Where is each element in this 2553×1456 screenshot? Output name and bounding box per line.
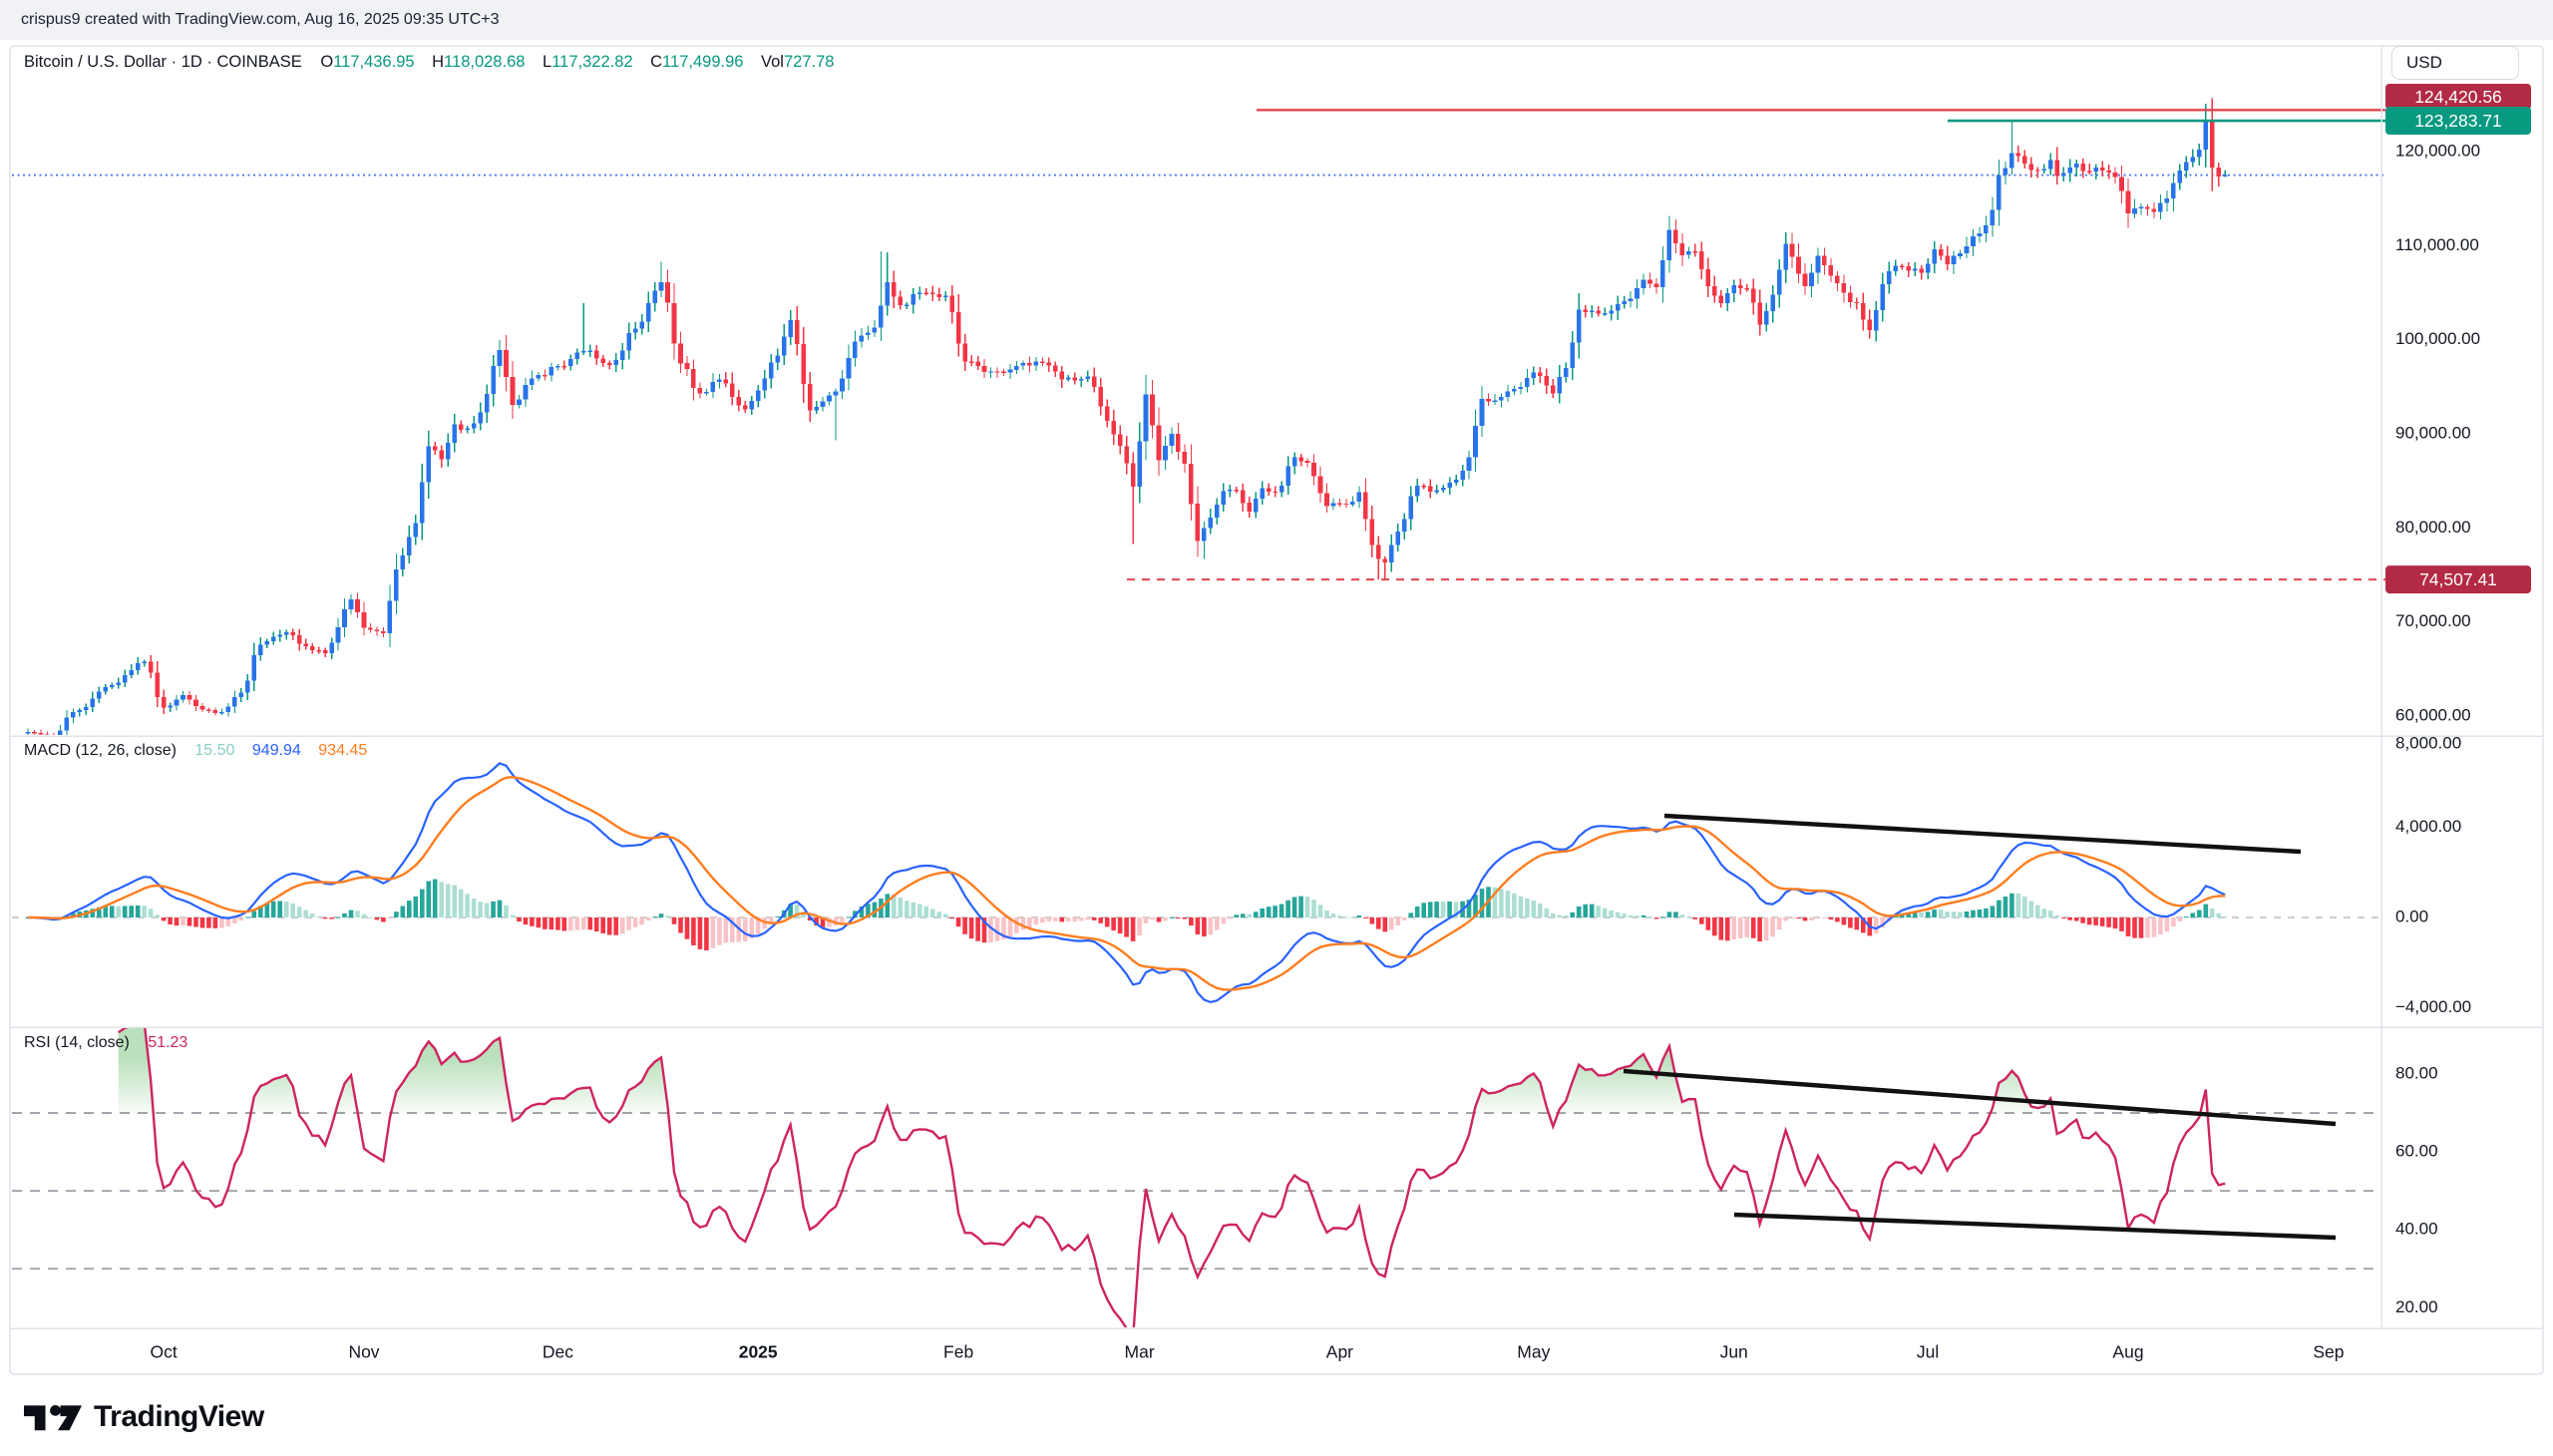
currency-unit-button[interactable]: USD xyxy=(2391,46,2519,80)
svg-text:Mar: Mar xyxy=(1125,1342,1155,1362)
low-value: 117,322.82 xyxy=(551,53,632,71)
volume-value: 727.78 xyxy=(784,53,834,71)
svg-text:40.00: 40.00 xyxy=(2395,1220,2438,1239)
macd-legend: MACD (12, 26, close) 15.50 949.94 934.45 xyxy=(24,742,380,760)
svg-text:120,000.00: 120,000.00 xyxy=(2395,141,2480,160)
badge-resistance-high: 124,420.56 xyxy=(2385,84,2531,110)
svg-text:2025: 2025 xyxy=(739,1342,778,1362)
svg-text:Jun: Jun xyxy=(1720,1342,1748,1362)
svg-text:70,000.00: 70,000.00 xyxy=(2395,611,2471,630)
symbol-title: Bitcoin / U.S. Dollar · 1D · COINBASE xyxy=(24,53,302,71)
svg-text:110,000.00: 110,000.00 xyxy=(2395,235,2479,254)
svg-text:8,000.00: 8,000.00 xyxy=(2395,733,2461,752)
svg-text:4,000.00: 4,000.00 xyxy=(2395,817,2461,836)
chart-canvas[interactable]: 120,000.00 110,000.00 100,000.00 90,000.00 8… xyxy=(0,0,2553,1456)
svg-text:Apr: Apr xyxy=(1326,1342,1353,1362)
svg-text:90,000.00: 90,000.00 xyxy=(2395,423,2471,442)
rsi-title: RSI (14, close) xyxy=(24,1034,130,1051)
macd-line-value: 949.94 xyxy=(252,742,301,759)
high-value: 118,028.68 xyxy=(444,53,525,71)
tradingview-brand-text: TradingView xyxy=(94,1400,264,1434)
badge-resistance-july: 123,283.71 xyxy=(2385,107,2531,135)
badge-support-low: 74,507.41 xyxy=(2385,565,2531,593)
svg-text:20.00: 20.00 xyxy=(2395,1297,2438,1316)
high-label: H xyxy=(432,53,444,71)
svg-text:60.00: 60.00 xyxy=(2395,1142,2438,1161)
rsi-legend: RSI (14, close) 51.23 xyxy=(24,1034,200,1052)
macd-signal-value: 934.45 xyxy=(318,742,367,759)
close-label: C xyxy=(650,53,662,71)
svg-text:Feb: Feb xyxy=(943,1342,973,1362)
svg-text:74,507.41: 74,507.41 xyxy=(2419,569,2497,589)
open-value: 117,436.95 xyxy=(333,53,414,71)
svg-text:Sep: Sep xyxy=(2313,1342,2344,1362)
svg-text:100,000.00: 100,000.00 xyxy=(2395,329,2480,348)
low-label: L xyxy=(543,53,551,71)
svg-text:80.00: 80.00 xyxy=(2395,1063,2438,1082)
rsi-value: 51.23 xyxy=(148,1034,187,1051)
volume-label: Vol xyxy=(761,53,784,71)
open-label: O xyxy=(320,53,333,71)
macd-hist-value: 15.50 xyxy=(194,742,234,759)
close-value: 117,499.96 xyxy=(662,53,743,71)
svg-text:0.00: 0.00 xyxy=(2395,907,2428,925)
svg-text:−4,000.00: −4,000.00 xyxy=(2395,997,2471,1016)
tradingview-logo-icon xyxy=(24,1395,82,1439)
svg-text:Aug: Aug xyxy=(2112,1342,2143,1362)
svg-text:60,000.00: 60,000.00 xyxy=(2395,705,2471,724)
svg-text:Dec: Dec xyxy=(543,1342,573,1362)
svg-text:Jul: Jul xyxy=(1917,1342,1939,1362)
macd-title: MACD (12, 26, close) xyxy=(24,742,177,759)
chart-card xyxy=(10,46,2543,1374)
svg-text:124,420.56: 124,420.56 xyxy=(2414,87,2502,107)
tradingview-footer[interactable]: TradingView xyxy=(24,1394,264,1440)
svg-text:Nov: Nov xyxy=(348,1342,379,1362)
symbol-legend: Bitcoin / U.S. Dollar · 1D · COINBASE O1… xyxy=(24,53,847,72)
svg-text:Oct: Oct xyxy=(150,1342,177,1362)
svg-text:80,000.00: 80,000.00 xyxy=(2395,518,2471,537)
svg-text:May: May xyxy=(1517,1342,1550,1362)
svg-text:123,283.71: 123,283.71 xyxy=(2414,111,2502,131)
